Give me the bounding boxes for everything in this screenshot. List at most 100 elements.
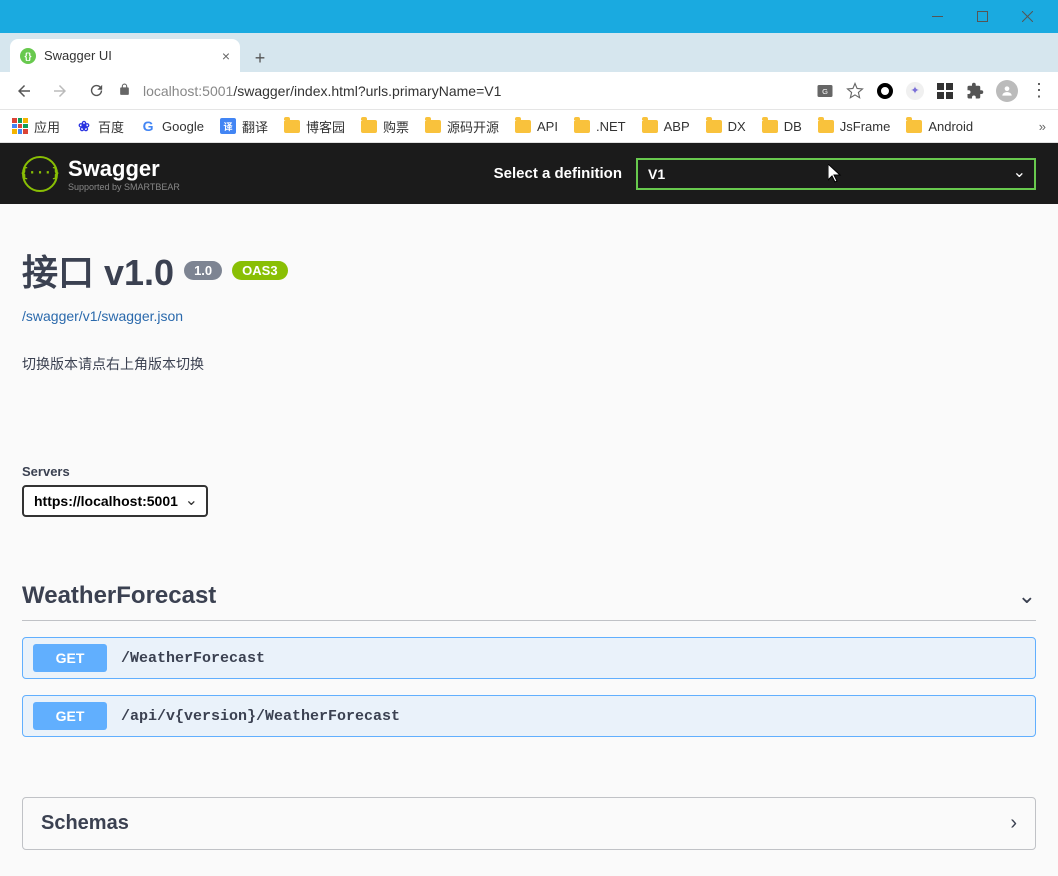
chevron-right-icon: › [1010,812,1017,835]
operation-path: /WeatherForecast [121,650,265,667]
new-tab-button[interactable]: + [246,44,274,72]
extension-icons: G ✦ ⋮ [816,80,1048,102]
window-maximize-button[interactable] [960,3,1005,31]
http-method-badge: GET [33,702,107,730]
url-path: /swagger/index.html?urls.primaryName=V1 [233,83,501,99]
bookmark-folder-abp[interactable]: ABP [642,119,690,134]
url-host: localhost: [143,83,202,99]
tag-name: WeatherForecast [22,582,216,610]
window-titlebar [0,0,1058,33]
bookmark-label: 百度 [98,117,124,136]
bookmark-label: 翻译 [242,117,268,136]
folder-icon [361,120,377,133]
definition-select[interactable]: V1 [636,158,1036,190]
folder-icon [706,120,722,133]
bookmark-star-icon[interactable] [846,82,864,100]
bookmark-label: .NET [596,119,626,134]
chevron-down-icon: ⌄ [1018,583,1036,609]
bookmark-folder-opensource[interactable]: 源码开源 [425,117,499,136]
nav-reload-button[interactable] [82,77,110,105]
bookmark-label: DX [728,119,746,134]
folder-icon [515,120,531,133]
http-method-badge: GET [33,644,107,672]
folder-icon [574,120,590,133]
swagger-logo-text: Swagger [68,156,180,182]
folder-icon [906,120,922,133]
swagger-logo-icon: {···} [22,156,58,192]
bookmark-label: Android [928,119,973,134]
nav-forward-button[interactable] [46,77,74,105]
schemas-title: Schemas [41,812,129,835]
apps-grid-icon [12,118,28,134]
browser-tab[interactable]: {} Swagger UI × [10,39,240,72]
address-bar: localhost:5001/swagger/index.html?urls.p… [0,72,1058,110]
bookmark-folder-android[interactable]: Android [906,119,973,134]
version-badge: 1.0 [184,261,222,280]
window-minimize-button[interactable] [915,3,960,31]
swagger-logo: {···} Swagger Supported by SMARTBEAR [22,156,180,192]
servers-label: Servers [22,464,1036,479]
svg-text:G: G [822,87,828,96]
bookmark-google[interactable]: G Google [140,118,204,134]
bookmark-translate[interactable]: 译翻译 [220,117,268,136]
bookmark-label: 源码开源 [447,117,499,136]
api-description: 切换版本请点右上角版本切换 [22,354,1036,374]
baidu-icon: ❀ [76,118,92,134]
browser-menu-icon[interactable]: ⋮ [1030,82,1048,100]
profile-avatar-icon[interactable] [996,80,1018,102]
grid-ext-icon[interactable] [936,82,954,100]
url-field[interactable]: localhost:5001/swagger/index.html?urls.p… [118,83,808,99]
bookmark-label: DB [784,119,802,134]
tag-section: WeatherForecast ⌄ GET /WeatherForecast G… [22,582,1036,737]
bookmark-folder-blog[interactable]: 博客园 [284,117,345,136]
bookmark-label: 博客园 [306,117,345,136]
bookmark-folder-api[interactable]: API [515,119,558,134]
spec-link[interactable]: /swagger/v1/swagger.json [22,308,1036,324]
bookmark-baidu[interactable]: ❀ 百度 [76,117,124,136]
operation-path: /api/v{version}/WeatherForecast [121,708,400,725]
folder-icon [762,120,778,133]
circle-ext-icon[interactable] [876,82,894,100]
bookmarks-bar: 应用 ❀百度 GGoogle 译翻译 博客园 购票 源码开源 API .NET … [0,110,1058,143]
swagger-content: 接口 v1.0 1.0 OAS3 /swagger/v1/swagger.jso… [0,204,1058,876]
folder-icon [642,120,658,133]
operation-row[interactable]: GET /api/v{version}/WeatherForecast [22,695,1036,737]
api-title: 接口 v1.0 1.0 OAS3 [22,244,288,296]
oas-badge: OAS3 [232,261,287,280]
bookmark-folder-dx[interactable]: DX [706,119,746,134]
swagger-ui-container: {···} Swagger Supported by SMARTBEAR Sel… [0,143,1058,876]
bookmark-label: ABP [664,119,690,134]
bookmark-label: Google [162,119,204,134]
bookmark-apps[interactable]: 应用 [12,117,60,136]
operation-row[interactable]: GET /WeatherForecast [22,637,1036,679]
api-title-text: 接口 v1.0 [22,244,174,296]
tab-close-icon[interactable]: × [222,48,230,64]
swagger-topbar: {···} Swagger Supported by SMARTBEAR Sel… [0,143,1058,204]
window-close-button[interactable] [1005,3,1050,31]
bookmark-label: 应用 [34,117,60,136]
bookmarks-overflow-icon[interactable]: » [1039,119,1046,134]
swagger-favicon-icon: {} [20,48,36,64]
servers-section: Servers https://localhost:5001 [22,464,1036,517]
swagger-logo-subtitle: Supported by SMARTBEAR [68,182,180,192]
translate-ext-icon[interactable]: G [816,82,834,100]
tag-header[interactable]: WeatherForecast ⌄ [22,582,1036,621]
bookmark-label: JsFrame [840,119,891,134]
definition-label: Select a definition [494,165,622,182]
extensions-puzzle-icon[interactable] [966,82,984,100]
bookmark-label: 购票 [383,117,409,136]
schemas-section[interactable]: Schemas › [22,797,1036,850]
bookmark-folder-db[interactable]: DB [762,119,802,134]
server-select[interactable]: https://localhost:5001 [22,485,208,517]
bookmark-folder-jsframe[interactable]: JsFrame [818,119,891,134]
translate-icon: 译 [220,118,236,134]
tab-strip: {} Swagger UI × + [0,33,1058,72]
bird-ext-icon[interactable]: ✦ [906,82,924,100]
bookmark-folder-tickets[interactable]: 购票 [361,117,409,136]
bookmark-folder-dotnet[interactable]: .NET [574,119,626,134]
bookmark-label: API [537,119,558,134]
google-icon: G [140,118,156,134]
folder-icon [284,120,300,133]
nav-back-button[interactable] [10,77,38,105]
tab-title: Swagger UI [44,48,214,63]
